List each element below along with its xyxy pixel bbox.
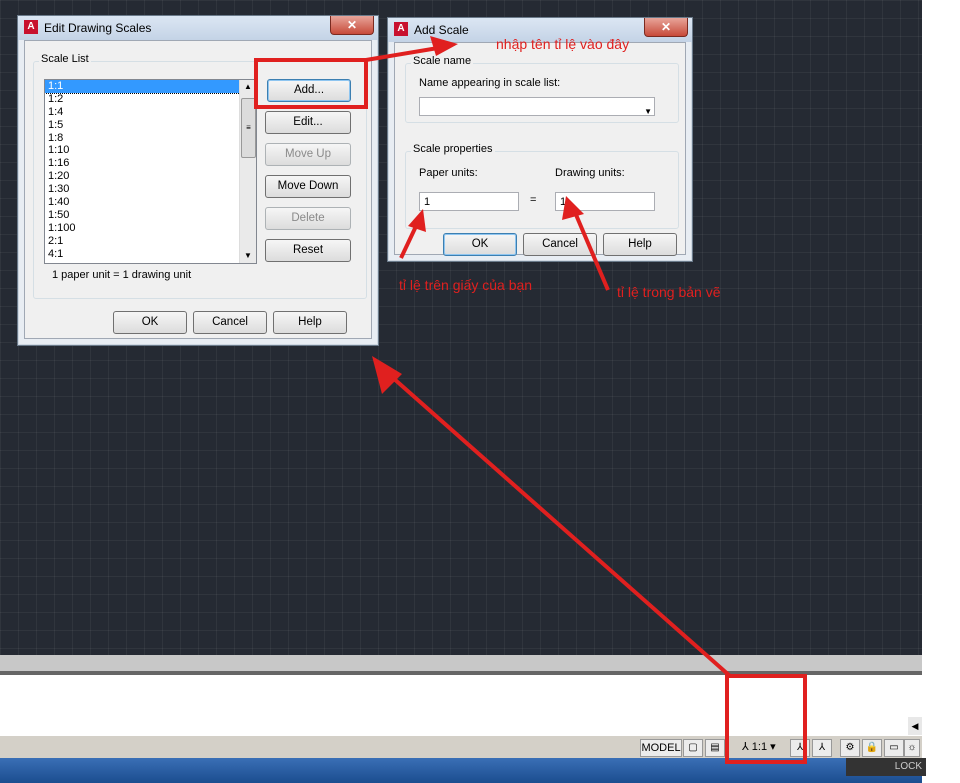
list-item[interactable]: 1:30 (45, 183, 256, 196)
add-dialog-body: Scale name Name appearing in scale list:… (394, 42, 686, 256)
scale-name-label: Scale name (411, 55, 474, 67)
auto-scale-icon[interactable]: ⅄ (812, 739, 832, 757)
list-item[interactable]: 2:1 (45, 235, 256, 248)
drawing-scale-annotation: tỉ lệ trong bản vẽ (617, 284, 721, 300)
status-bar: MODEL ▢ ▤ ⅄ 1:1 ▾ ⅄ ⅄ ⚙ 🔒 ▭ ☼ (0, 735, 922, 758)
lightbulb-icon[interactable]: ☼ (904, 739, 920, 757)
list-item[interactable]: 1:8 (45, 132, 256, 145)
edit-dialog-body: Scale List 1:1 1:2 1:4 1:5 1:8 1:10 1:16 1:20 1:… (24, 40, 372, 339)
gear-icon[interactable]: ⚙ (840, 739, 860, 757)
close-button[interactable]: ✕ (330, 16, 374, 35)
scroll-up-icon[interactable]: ▲ (240, 80, 256, 94)
command-divider (0, 655, 922, 671)
command-scroll-icon[interactable]: ◀ (908, 717, 922, 735)
edit-dialog-title: Edit Drawing Scales (44, 21, 152, 35)
list-item[interactable]: 1:4 (45, 106, 256, 119)
model-button[interactable]: MODEL (640, 739, 682, 757)
delete-button[interactable]: Delete (265, 207, 351, 230)
ok-button[interactable]: OK (113, 311, 187, 334)
help-button[interactable]: Help (273, 311, 347, 334)
cancel-button[interactable]: Cancel (523, 233, 597, 256)
add-dialog-title: Add Scale (414, 23, 469, 37)
scale-properties-group (405, 151, 679, 229)
list-item[interactable]: 1:50 (45, 209, 256, 222)
list-item[interactable]: 1:20 (45, 170, 256, 183)
list-item[interactable]: 1:40 (45, 196, 256, 209)
equals-sign: = (530, 194, 537, 206)
scale-list[interactable]: 1:1 1:2 1:4 1:5 1:8 1:10 1:16 1:20 1:30 1:40 1:50 1… (44, 79, 257, 264)
edit-drawing-scales-dialog: A Edit Drawing Scales ✕ Scale List 1:1 1:… (17, 15, 379, 346)
autocad-app-icon: A (394, 22, 408, 36)
scale-list-items: 1:1 1:2 1:4 1:5 1:8 1:10 1:16 1:20 1:30 1:40 1:50 1… (45, 80, 256, 260)
list-item[interactable]: 1:10 (45, 144, 256, 157)
taskbar (0, 758, 922, 783)
edit-button[interactable]: Edit... (265, 111, 351, 134)
annotation-scale-value: 1:1 (751, 741, 768, 753)
chevron-down-icon[interactable]: ▼ (644, 102, 652, 121)
scale-list-scrollbar[interactable]: ▲ ≡ ▼ (239, 80, 256, 263)
help-button[interactable]: Help (603, 233, 677, 256)
move-down-button[interactable]: Move Down (265, 175, 351, 198)
paper-scale-annotation: tỉ lệ trên giấy của bạn (399, 277, 533, 293)
list-item[interactable]: 1:100 (45, 222, 256, 235)
add-button[interactable]: Add... (267, 79, 351, 102)
enter-name-annotation: nhập tên tỉ lệ vào đây (496, 36, 630, 52)
scale-list-label: Scale List (39, 53, 91, 65)
list-item[interactable]: 4:1 (45, 248, 256, 261)
toolbar-icon[interactable]: ▭ (884, 739, 904, 757)
cancel-button[interactable]: Cancel (193, 311, 267, 334)
right-strip (922, 0, 960, 783)
scale-ratio-text: 1 paper unit = 1 drawing unit (52, 269, 192, 281)
reset-button[interactable]: Reset (265, 239, 351, 262)
list-item[interactable]: 1:16 (45, 157, 256, 170)
lock-label[interactable]: LOCK (846, 758, 926, 776)
scale-properties-label: Scale properties (411, 143, 495, 155)
close-button[interactable]: ✕ (644, 18, 688, 37)
annotation-scale-control[interactable]: ⅄ 1:1 ▾ (742, 739, 786, 755)
move-up-button[interactable]: Move Up (265, 143, 351, 166)
paper-units-label: Paper units: (419, 167, 478, 179)
drawing-units-input[interactable]: 1 (555, 192, 655, 211)
layout-icon[interactable]: ▢ (683, 739, 703, 757)
paper-units-input[interactable]: 1 (419, 192, 519, 211)
annotation-scale-icon: ⅄ (742, 741, 749, 753)
autocad-app-icon: A (24, 20, 38, 34)
command-separator (0, 671, 922, 675)
list-item[interactable]: 1:1 (45, 80, 256, 94)
annotation-visibility-icon[interactable]: ⅄ (790, 739, 810, 757)
ok-button[interactable]: OK (443, 233, 517, 256)
drawing-units-label: Drawing units: (555, 167, 625, 179)
scale-name-combobox[interactable]: ▼ (419, 97, 655, 116)
edit-dialog-titlebar[interactable]: A Edit Drawing Scales ✕ (18, 16, 378, 40)
viewports-icon[interactable]: ▤ (705, 739, 725, 757)
scroll-thumb[interactable]: ≡ (241, 98, 256, 158)
list-item[interactable]: 1:5 (45, 119, 256, 132)
command-area[interactable]: ◀ (0, 655, 922, 735)
list-item[interactable]: 1:2 (45, 93, 256, 106)
add-scale-dialog: A Add Scale ✕ Scale name Name appearing … (387, 17, 693, 262)
lock-icon[interactable]: 🔒 (862, 739, 882, 757)
chevron-down-icon: ▾ (770, 741, 776, 753)
name-field-label: Name appearing in scale list: (419, 77, 561, 89)
scroll-down-icon[interactable]: ▼ (240, 249, 256, 263)
